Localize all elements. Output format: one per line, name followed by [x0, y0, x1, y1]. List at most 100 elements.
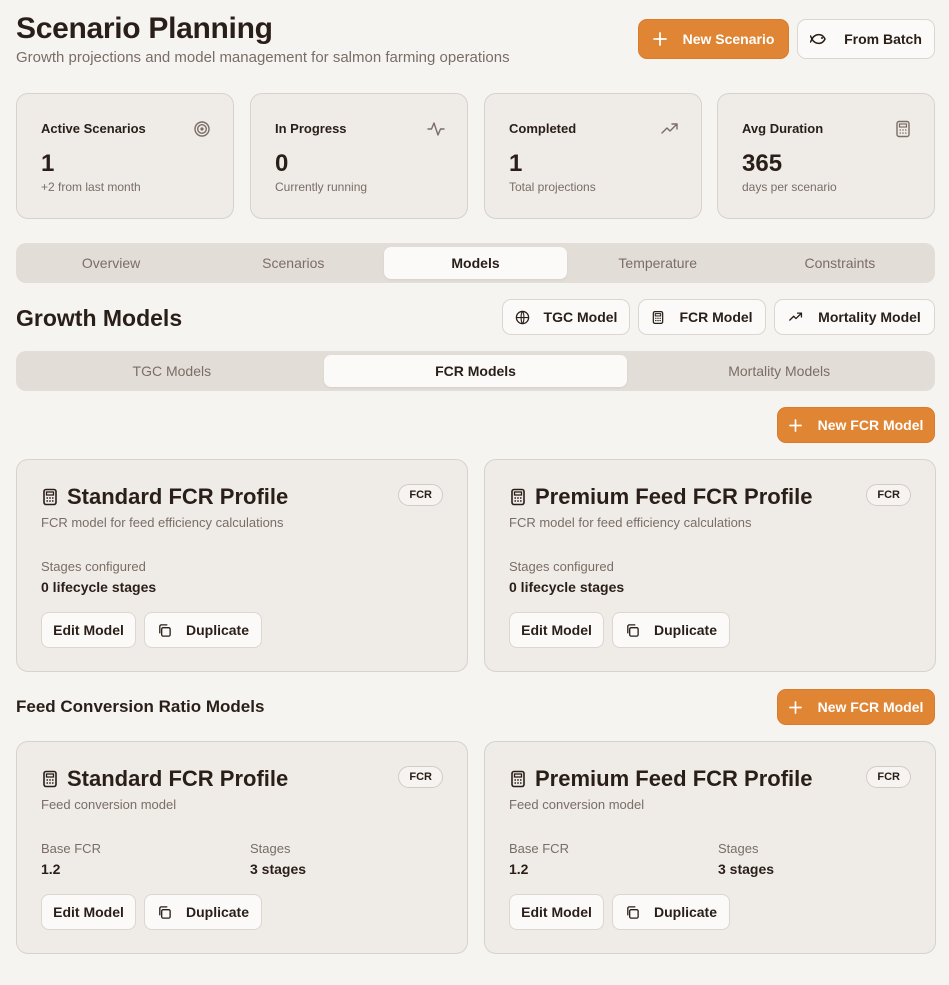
- fcr-model-card: Premium Feed FCR Profile FCR FCR model f…: [484, 459, 936, 672]
- copy-icon: [627, 623, 639, 637]
- calculator-icon: [511, 770, 525, 788]
- edit-model-button[interactable]: Edit Model: [509, 612, 604, 648]
- stat-value: 365: [742, 150, 783, 177]
- tab-tgc-models[interactable]: TGC Models: [20, 355, 324, 387]
- page-title: Scenario Planning: [16, 12, 273, 45]
- edit-model-label: Edit Model: [521, 622, 592, 638]
- tgc-model-button[interactable]: TGC Model: [502, 299, 630, 335]
- tab-constraints[interactable]: Constraints: [749, 247, 931, 279]
- copy-icon: [627, 905, 639, 919]
- plus-icon: [788, 418, 802, 432]
- duplicate-label: Duplicate: [185, 622, 249, 638]
- mortality-model-button[interactable]: Mortality Model: [774, 299, 935, 335]
- model-type-badge: FCR: [866, 766, 911, 788]
- target-icon: [194, 121, 210, 137]
- base-fcr-label: Base FCR: [509, 841, 569, 856]
- edit-model-label: Edit Model: [521, 904, 592, 920]
- card-description: FCR model for feed efficiency calculatio…: [41, 515, 284, 530]
- plus-icon: [652, 32, 667, 46]
- fcr-section-title: Feed Conversion Ratio Models: [16, 697, 265, 716]
- model-type-badge: FCR: [398, 766, 443, 788]
- stat-card-active-scenarios: Active Scenarios 1 +2 from last month: [16, 93, 234, 219]
- tab-models[interactable]: Models: [384, 247, 567, 279]
- copy-icon: [159, 905, 171, 919]
- tab-overview[interactable]: Overview: [20, 247, 202, 279]
- fcr-model-card: Standard FCR Profile FCR FCR model for f…: [16, 459, 468, 672]
- main-tabs: Overview Scenarios Models Temperature Co…: [16, 243, 935, 283]
- stages-label: Stages: [718, 841, 759, 856]
- duplicate-label: Duplicate: [185, 904, 249, 920]
- card-description: FCR model for feed efficiency calculatio…: [509, 515, 752, 530]
- card-title: Premium Feed FCR Profile: [535, 484, 813, 509]
- base-fcr-value: 1.2: [41, 861, 61, 877]
- card-description: Feed conversion model: [509, 797, 645, 812]
- edit-model-button[interactable]: Edit Model: [41, 612, 136, 648]
- edit-model-button[interactable]: Edit Model: [509, 894, 604, 930]
- new-fcr-model-button-2[interactable]: New FCR Model: [777, 689, 935, 725]
- stages-value: 0 lifecycle stages: [509, 579, 625, 595]
- fcr-model-button[interactable]: FCR Model: [638, 299, 766, 335]
- stages-label: Stages configured: [41, 559, 146, 574]
- card-title: Standard FCR Profile: [67, 484, 289, 509]
- stat-label: Completed: [509, 121, 577, 136]
- model-type-badge: FCR: [866, 484, 911, 506]
- edit-model-button[interactable]: Edit Model: [41, 894, 136, 930]
- new-scenario-button[interactable]: New Scenario: [638, 19, 789, 59]
- activity-icon: [427, 122, 445, 136]
- stages-value: 3 stages: [718, 861, 775, 877]
- stages-value: 0 lifecycle stages: [41, 579, 157, 595]
- base-fcr-value: 1.2: [509, 861, 529, 877]
- globe-icon: [515, 310, 529, 324]
- tab-mortality-models[interactable]: Mortality Models: [627, 355, 931, 387]
- trending-up-icon: [661, 123, 678, 134]
- stat-label: Active Scenarios: [41, 121, 146, 136]
- tgc-model-label: TGC Model: [543, 309, 618, 325]
- tab-fcr-models[interactable]: FCR Models: [323, 355, 628, 387]
- fcr-model-label: FCR Model: [679, 309, 753, 325]
- stat-note: days per scenario: [742, 180, 837, 194]
- base-fcr-label: Base FCR: [41, 841, 101, 856]
- calculator-icon: [653, 310, 664, 324]
- edit-model-label: Edit Model: [53, 904, 124, 920]
- page-subtitle: Growth projections and model management …: [16, 49, 510, 66]
- from-batch-button[interactable]: From Batch: [797, 19, 935, 59]
- stat-note: Currently running: [275, 180, 368, 194]
- duplicate-button[interactable]: Duplicate: [144, 612, 262, 648]
- stat-value: 1: [41, 150, 55, 177]
- calculator-icon: [511, 488, 525, 506]
- stages-label: Stages: [250, 841, 291, 856]
- stat-note: Total projections: [509, 180, 596, 194]
- duplicate-button[interactable]: Duplicate: [612, 894, 730, 930]
- new-fcr-model-label: New FCR Model: [817, 699, 924, 715]
- stages-value: 3 stages: [250, 861, 307, 877]
- new-fcr-model-label: New FCR Model: [817, 417, 924, 433]
- new-scenario-label: New Scenario: [682, 31, 775, 47]
- trending-up-icon: [789, 312, 803, 321]
- duplicate-button[interactable]: Duplicate: [612, 612, 730, 648]
- stat-card-completed: Completed 1 Total projections: [484, 93, 702, 219]
- copy-icon: [159, 623, 171, 637]
- fcr-ratio-card: Standard FCR Profile FCR Feed conversion…: [16, 741, 468, 954]
- tab-temperature[interactable]: Temperature: [567, 247, 749, 279]
- model-tabs: TGC Models FCR Models Mortality Models: [16, 351, 935, 391]
- fcr-ratio-card: Premium Feed FCR Profile FCR Feed conver…: [484, 741, 936, 954]
- tab-scenarios[interactable]: Scenarios: [202, 247, 384, 279]
- card-title: Premium Feed FCR Profile: [535, 766, 813, 791]
- calculator-icon: [43, 488, 57, 506]
- from-batch-label: From Batch: [844, 31, 922, 47]
- duplicate-label: Duplicate: [653, 904, 717, 920]
- stat-label: Avg Duration: [742, 121, 824, 136]
- growth-models-title: Growth Models: [16, 305, 183, 331]
- card-title: Standard FCR Profile: [67, 766, 289, 791]
- duplicate-button[interactable]: Duplicate: [144, 894, 262, 930]
- stat-card-in-progress: In Progress 0 Currently running: [250, 93, 468, 219]
- stat-value: 0: [275, 150, 289, 177]
- mortality-model-label: Mortality Model: [818, 309, 921, 325]
- duplicate-label: Duplicate: [653, 622, 717, 638]
- new-fcr-model-button[interactable]: New FCR Model: [777, 407, 935, 443]
- stages-label: Stages configured: [509, 559, 614, 574]
- model-type-badge: FCR: [398, 484, 443, 506]
- calculator-icon: [896, 120, 910, 138]
- stat-label: In Progress: [275, 121, 347, 136]
- plus-icon: [788, 700, 802, 714]
